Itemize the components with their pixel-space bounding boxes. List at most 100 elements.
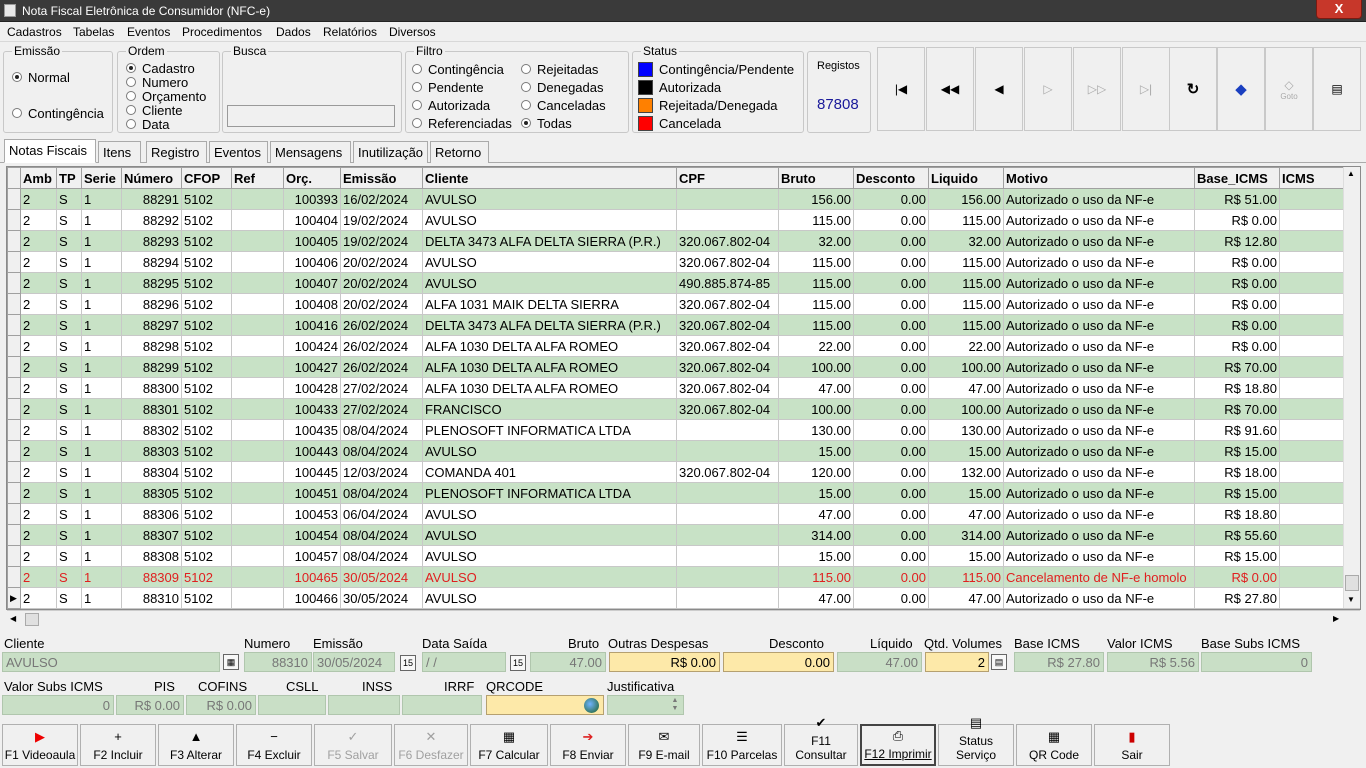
cell-liquido[interactable]: 115.00 <box>928 566 1004 588</box>
tab-notas-fiscais[interactable]: Notas Fiscais <box>4 139 96 163</box>
cell-cfop[interactable]: 5102 <box>181 524 232 546</box>
cell-cfop[interactable]: 5102 <box>181 272 232 294</box>
grid-horizontal-scrollbar[interactable]: ◀ ▶ <box>7 610 1360 628</box>
cell-serie[interactable]: 1 <box>81 566 122 588</box>
table-row[interactable]: 2 S 1 88304 5102 100445 12/03/2024 COMANDA 401 3… <box>7 461 1360 483</box>
cell-motivo[interactable]: Autorizado o uso da NF-e <box>1003 314 1195 336</box>
cell-cliente[interactable]: PLENOSOFT INFORMATICA LTDA <box>422 419 677 441</box>
col-cfop[interactable]: CFOP <box>181 167 232 189</box>
ordem-cadastro-radio[interactable] <box>126 63 136 73</box>
cell-numero[interactable]: 88292 <box>121 209 182 231</box>
cell-cfop[interactable]: 5102 <box>181 482 232 504</box>
cell-ref[interactable] <box>231 545 284 567</box>
cell-amb[interactable]: 2 <box>20 461 57 483</box>
cell-bruto[interactable]: 130.00 <box>778 419 854 441</box>
cell-ref[interactable] <box>231 566 284 588</box>
cell-motivo[interactable]: Autorizado o uso da NF-e <box>1003 335 1195 357</box>
cell-numero[interactable]: 88298 <box>121 335 182 357</box>
cell-base-icms[interactable]: R$ 51.00 <box>1194 188 1280 210</box>
cell-motivo[interactable]: Autorizado o uso da NF-e <box>1003 251 1195 273</box>
cell-desconto[interactable]: 0.00 <box>853 314 929 336</box>
cell-numero[interactable]: 88302 <box>121 419 182 441</box>
cell-desconto[interactable]: 0.00 <box>853 188 929 210</box>
f12-imprimir-button[interactable]: ⎙ F12 Imprimir <box>860 724 936 766</box>
cell-emissao[interactable]: 08/04/2024 <box>340 419 423 441</box>
cell-cpf[interactable] <box>676 188 779 210</box>
row-indicator[interactable] <box>7 461 21 483</box>
table-row[interactable]: 2 S 1 88309 5102 100465 30/05/2024 AVULSO 115.00… <box>7 566 1360 588</box>
cell-orc[interactable]: 100404 <box>283 209 341 231</box>
col-orc[interactable]: Orç. <box>283 167 341 189</box>
filtro-referenciadas-radio[interactable] <box>412 118 422 128</box>
cell-ref[interactable] <box>231 209 284 231</box>
cell-desconto[interactable]: 0.00 <box>853 398 929 420</box>
cell-bruto[interactable]: 115.00 <box>778 566 854 588</box>
cell-tp[interactable]: S <box>56 314 82 336</box>
cell-cpf[interactable]: 320.067.802-04 <box>676 461 779 483</box>
cell-serie[interactable]: 1 <box>81 440 122 462</box>
bruto-field[interactable]: 47.00 <box>530 652 606 672</box>
table-row[interactable]: 2 S 1 88291 5102 100393 16/02/2024 AVULSO 156.00… <box>7 188 1360 210</box>
table-row[interactable]: 2 S 1 88294 5102 100406 20/02/2024 AVULSO 320.06… <box>7 251 1360 273</box>
cell-ref[interactable] <box>231 482 284 504</box>
cell-cfop[interactable]: 5102 <box>181 398 232 420</box>
table-row[interactable]: 2 S 1 88300 5102 100428 27/02/2024 ALFA 1030 DE… <box>7 377 1360 399</box>
ordem-numero-radio[interactable] <box>126 77 136 87</box>
cell-ref[interactable] <box>231 314 284 336</box>
cell-motivo[interactable]: Autorizado o uso da NF-e <box>1003 503 1195 525</box>
cell-tp[interactable]: S <box>56 482 82 504</box>
cell-orc[interactable]: 100435 <box>283 419 341 441</box>
cell-cfop[interactable]: 5102 <box>181 251 232 273</box>
filtro-contingencia-label[interactable]: Contingência <box>428 62 504 77</box>
scroll-left-icon[interactable]: ◀ <box>10 614 16 623</box>
cell-motivo[interactable]: Autorizado o uso da NF-e <box>1003 545 1195 567</box>
cell-serie[interactable]: 1 <box>81 251 122 273</box>
nav-next-button[interactable]: ▷ <box>1024 47 1072 131</box>
cell-desconto[interactable]: 0.00 <box>853 272 929 294</box>
cell-cliente[interactable]: AVULSO <box>422 272 677 294</box>
f9-email-button[interactable]: ✉ F9 E-mail <box>628 724 700 766</box>
cell-bruto[interactable]: 32.00 <box>778 230 854 252</box>
f8-enviar-button[interactable]: ➔ F8 Enviar <box>550 724 626 766</box>
close-button[interactable]: X <box>1316 0 1362 19</box>
cell-base-icms[interactable]: R$ 15.00 <box>1194 440 1280 462</box>
cell-bruto[interactable]: 47.00 <box>778 503 854 525</box>
emissao-calendar-icon[interactable]: 15 <box>400 655 416 671</box>
cell-numero[interactable]: 88310 <box>121 587 182 609</box>
cell-numero[interactable]: 88296 <box>121 293 182 315</box>
cell-cpf[interactable] <box>676 545 779 567</box>
cell-ref[interactable] <box>231 230 284 252</box>
cell-base-icms[interactable]: R$ 70.00 <box>1194 356 1280 378</box>
cell-liquido[interactable]: 115.00 <box>928 272 1004 294</box>
cell-base-icms[interactable]: R$ 0.00 <box>1194 293 1280 315</box>
grid-vertical-scrollbar[interactable]: ▲ ▼ <box>1343 167 1360 608</box>
cell-ref[interactable] <box>231 419 284 441</box>
menu-dados[interactable]: Dados <box>276 25 311 39</box>
emissao-normal-label[interactable]: Normal <box>28 70 70 85</box>
f4-excluir-button[interactable]: − F4 Excluir <box>236 724 312 766</box>
filtro-pendente-radio[interactable] <box>412 82 422 92</box>
nav-goto-button[interactable]: ◇ Goto <box>1265 47 1313 131</box>
cell-orc[interactable]: 100466 <box>283 587 341 609</box>
cell-bruto[interactable]: 100.00 <box>778 398 854 420</box>
row-indicator[interactable] <box>7 335 21 357</box>
cell-tp[interactable]: S <box>56 524 82 546</box>
filtro-todas-label[interactable]: Todas <box>537 116 572 131</box>
cell-amb[interactable]: 2 <box>20 335 57 357</box>
cell-base-icms[interactable]: R$ 0.00 <box>1194 209 1280 231</box>
cell-cliente[interactable]: AVULSO <box>422 503 677 525</box>
cell-liquido[interactable]: 115.00 <box>928 293 1004 315</box>
cell-base-icms[interactable]: R$ 70.00 <box>1194 398 1280 420</box>
cell-amb[interactable]: 2 <box>20 188 57 210</box>
filtro-canceladas-label[interactable]: Canceladas <box>537 98 606 113</box>
cell-orc[interactable]: 100433 <box>283 398 341 420</box>
row-indicator[interactable] <box>7 545 21 567</box>
cell-base-icms[interactable]: R$ 15.00 <box>1194 482 1280 504</box>
emissao-normal-radio[interactable] <box>12 72 22 82</box>
cell-desconto[interactable]: 0.00 <box>853 587 929 609</box>
cell-orc[interactable]: 100445 <box>283 461 341 483</box>
cell-numero[interactable]: 88305 <box>121 482 182 504</box>
table-row[interactable]: ▶ 2 S 1 88310 5102 100466 30/05/2024 AVULSO 47.00… <box>7 587 1360 609</box>
tab-eventos[interactable]: Eventos <box>209 141 268 163</box>
col-tp[interactable]: TP <box>56 167 82 189</box>
